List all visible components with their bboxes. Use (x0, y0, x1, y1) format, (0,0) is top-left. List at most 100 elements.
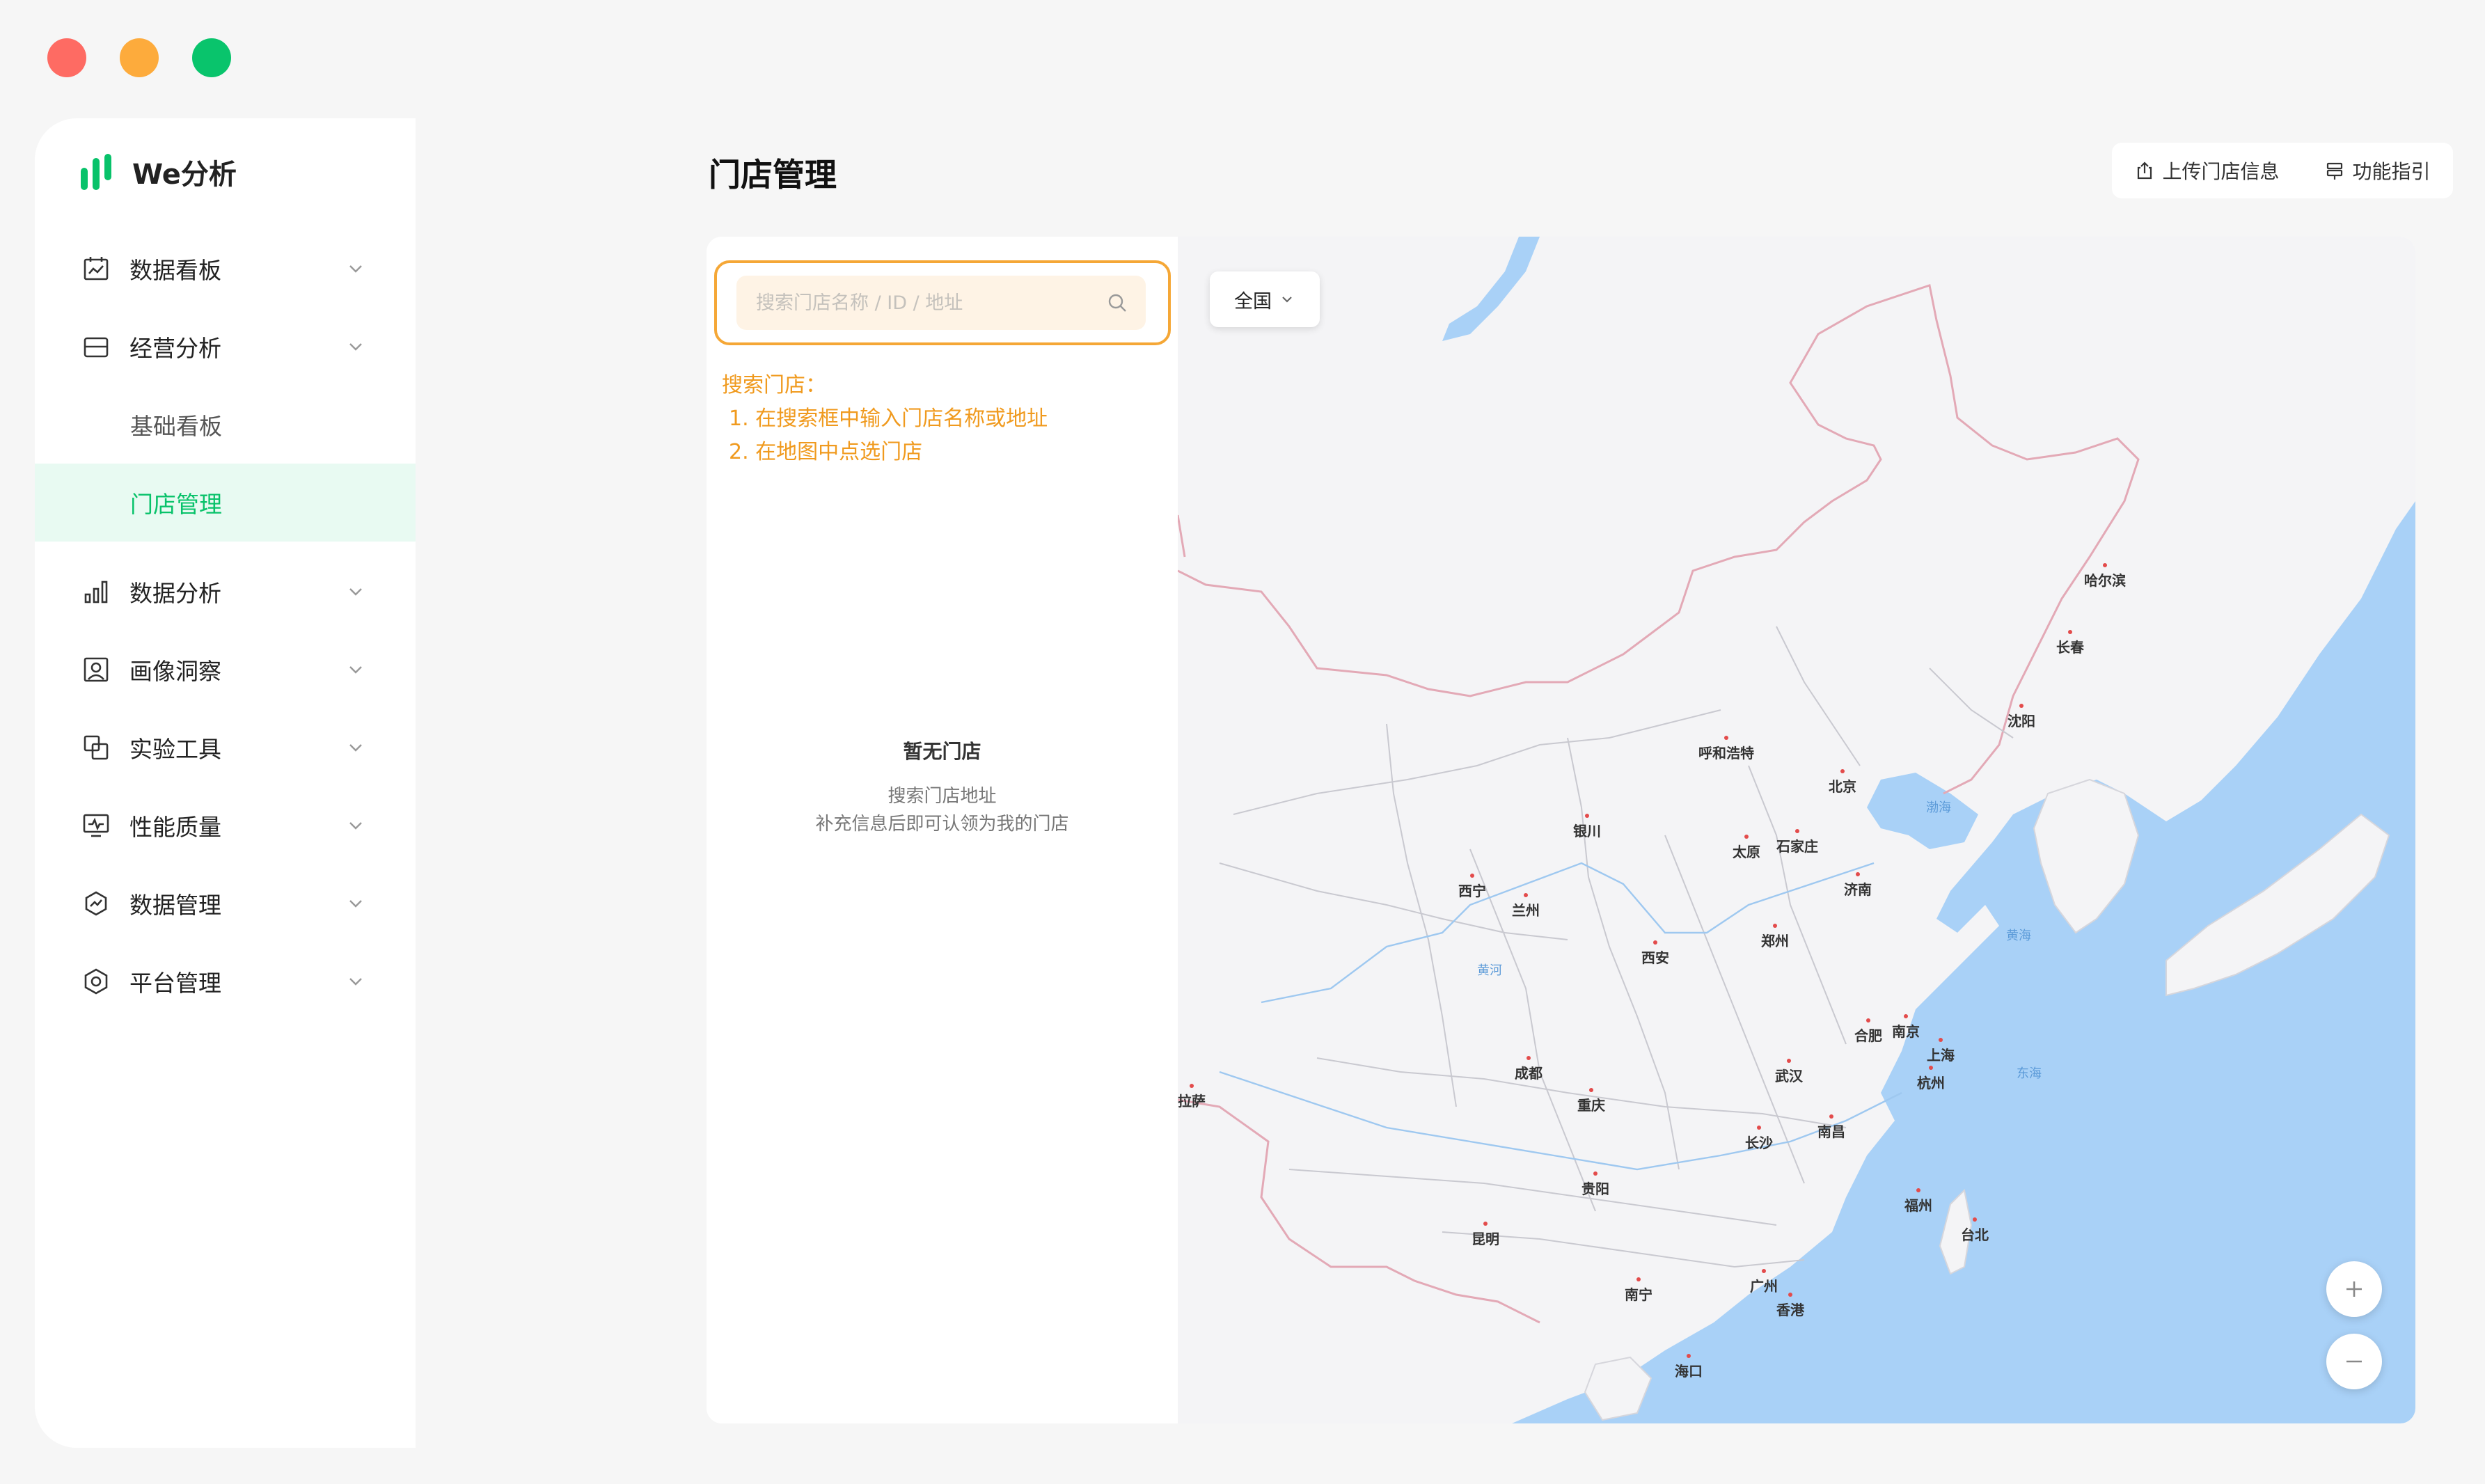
sidebar-item-portrait-insight[interactable]: 画像洞察 (35, 631, 416, 709)
lake-shape (1442, 237, 1540, 341)
region-select-dropdown[interactable]: 全国 (1210, 271, 1320, 327)
chevron-down-icon (349, 666, 362, 674)
southwest-border (1178, 1098, 1540, 1324)
plus-icon (2346, 1281, 2362, 1297)
trend-circle-icon (81, 888, 111, 919)
upload-icon (2138, 161, 2152, 180)
search-icon[interactable] (1105, 291, 1129, 315)
store-search-input[interactable] (755, 278, 1105, 328)
chevron-down-icon (349, 588, 362, 596)
empty-state-line-1: 搜索门店地址 (888, 786, 997, 807)
search-box (736, 276, 1146, 330)
city-label-kunming[interactable]: 昆明 (1472, 1222, 1499, 1248)
city-label-taiyuan[interactable]: 太原 (1733, 835, 1760, 861)
national-border (1178, 284, 2140, 795)
city-label-changsha[interactable]: 长沙 (1745, 1126, 1773, 1152)
header-actions: 上传门店信息 功能指引 (2112, 143, 2453, 198)
feature-guide-label: 功能指引 (2352, 160, 2431, 183)
sidebar-item-experiment-tools[interactable]: 实验工具 (35, 709, 416, 787)
city-label-hohhot[interactable]: 呼和浩特 (1698, 736, 1754, 762)
sidebar-item-label: 画像洞察 (129, 658, 221, 685)
sidebar-item-data-management[interactable]: 数据管理 (35, 865, 416, 942)
city-label-shanghai[interactable]: 上海 (1927, 1038, 1955, 1064)
city-label-changchun[interactable]: 长春 (2056, 630, 2084, 656)
logo-bars-icon (81, 154, 111, 190)
search-tip: 搜索门店： 1. 在搜索框中输入门店名称或地址 2. 在地图中点选门店 (722, 369, 1048, 469)
empty-state: 暂无门店 搜索门店地址 补充信息后即可认领为我的门店 (707, 736, 1178, 838)
city-label-wuhan[interactable]: 武汉 (1775, 1059, 1803, 1085)
sidebar-item-business-analysis[interactable]: 经营分析 (35, 308, 416, 386)
chevron-down-icon (1282, 297, 1292, 303)
city-label-chongqing[interactable]: 重庆 (1577, 1088, 1605, 1114)
west-border (1178, 514, 1186, 558)
chevron-down-icon (349, 265, 362, 273)
river-label-huanghe: 黄河 (1477, 963, 1502, 978)
city-label-hefei[interactable]: 合肥 (1854, 1018, 1882, 1045)
city-label-harbin[interactable]: 哈尔滨 (2084, 563, 2126, 590)
close-window-button[interactable] (47, 38, 86, 77)
sidebar-item-label: 门店管理 (130, 491, 222, 518)
city-label-lanzhou[interactable]: 兰州 (1512, 893, 1540, 919)
portrait-icon (81, 654, 111, 685)
china-map[interactable]: 全国 哈尔滨 长春 沈阳 北京 呼和浩特 银川 太原 石家庄 济南 西宁 兰州 … (1178, 237, 2415, 1423)
city-label-guiyang[interactable]: 贵阳 (1581, 1171, 1609, 1198)
sidebar-item-performance-quality[interactable]: 性能质量 (35, 787, 416, 865)
city-label-taipei[interactable]: 台北 (1961, 1217, 1989, 1244)
city-label-nanjing[interactable]: 南京 (1892, 1014, 1920, 1041)
feature-guide-button[interactable]: 功能指引 (2324, 157, 2431, 184)
city-label-shijiazhuang[interactable]: 石家庄 (1776, 829, 1818, 855)
sidebar-item-label: 经营分析 (129, 335, 221, 362)
store-management-panel: 搜索门店： 1. 在搜索框中输入门店名称或地址 2. 在地图中点选门店 暂无门店… (707, 237, 2415, 1423)
tip-title: 搜索门店： (722, 373, 826, 397)
city-label-chengdu[interactable]: 成都 (1515, 1056, 1543, 1082)
minimize-window-button[interactable] (120, 38, 159, 77)
store-list-pane: 搜索门店： 1. 在搜索框中输入门店名称或地址 2. 在地图中点选门店 暂无门店… (707, 237, 1178, 1423)
tip-step-2: 2. 在地图中点选门店 (729, 440, 923, 464)
sea-label-huanghai: 黄海 (2006, 929, 2031, 943)
chevron-down-icon (349, 744, 362, 752)
sidebar-subitem-store-management[interactable]: 门店管理 (35, 464, 416, 542)
city-label-shenyang[interactable]: 沈阳 (2007, 704, 2035, 730)
upload-store-info-label: 上传门店信息 (2162, 160, 2280, 183)
city-label-xian[interactable]: 西安 (1641, 940, 1669, 967)
city-label-beijing[interactable]: 北京 (1829, 769, 1856, 796)
app-logo[interactable]: We分析 (79, 152, 237, 192)
sidebar-item-label: 实验工具 (129, 736, 221, 763)
zoom-in-button[interactable] (2326, 1261, 2382, 1317)
monitor-pulse-icon (81, 810, 111, 841)
page-title: 门店管理 (709, 156, 837, 194)
city-label-jinan[interactable]: 济南 (1844, 872, 1872, 899)
empty-state-line-2: 补充信息后即可认领为我的门店 (815, 814, 1069, 835)
city-label-hongkong[interactable]: 香港 (1776, 1293, 1804, 1319)
city-label-haikou[interactable]: 海口 (1675, 1354, 1703, 1380)
sidebar-item-data-analysis[interactable]: 数据分析 (35, 553, 416, 631)
city-label-nanchang[interactable]: 南昌 (1817, 1114, 1845, 1141)
app-name: We分析 (132, 159, 237, 191)
sidebar-item-data-dashboard[interactable]: 数据看板 (35, 230, 416, 308)
city-label-lhasa[interactable]: 拉萨 (1178, 1084, 1206, 1110)
sidebar-item-label: 性能质量 (129, 814, 221, 841)
city-label-zhengzhou[interactable]: 郑州 (1761, 924, 1789, 950)
sidebar-subitem-basic-dashboard[interactable]: 基础看板 (35, 386, 416, 464)
city-label-fuzhou[interactable]: 福州 (1904, 1188, 1932, 1215)
upload-store-info-button[interactable]: 上传门店信息 (2134, 157, 2280, 184)
sidebar: We分析 数据看板 经营分析 基础看板 门店管理 数据分析 画像洞察 实验工具 … (35, 118, 416, 1448)
zoom-out-button[interactable] (2326, 1334, 2382, 1389)
sidebar-item-platform-management[interactable]: 平台管理 (35, 942, 416, 1020)
tip-step-1: 1. 在搜索框中输入门店名称或地址 (729, 406, 1048, 431)
overlap-squares-icon (81, 732, 111, 763)
city-label-yinchuan[interactable]: 银川 (1573, 814, 1601, 840)
chevron-down-icon (349, 343, 362, 351)
maximize-window-button[interactable] (192, 38, 231, 77)
region-select-label: 全国 (1234, 290, 1272, 313)
chevron-down-icon (349, 900, 362, 908)
city-label-xining[interactable]: 西宁 (1458, 874, 1486, 900)
city-label-hangzhou[interactable]: 杭州 (1917, 1066, 1945, 1092)
city-label-nanning[interactable]: 南宁 (1625, 1277, 1652, 1304)
calendar-chart-icon (81, 253, 111, 284)
sidebar-item-label: 数据管理 (129, 892, 221, 919)
sidebar-menu: 数据看板 经营分析 基础看板 门店管理 数据分析 画像洞察 实验工具 性能质量 … (35, 230, 416, 1020)
sidebar-item-label: 基础看板 (130, 413, 222, 440)
chevron-down-icon (349, 822, 362, 830)
city-label-guangzhou[interactable]: 广州 (1750, 1269, 1778, 1295)
